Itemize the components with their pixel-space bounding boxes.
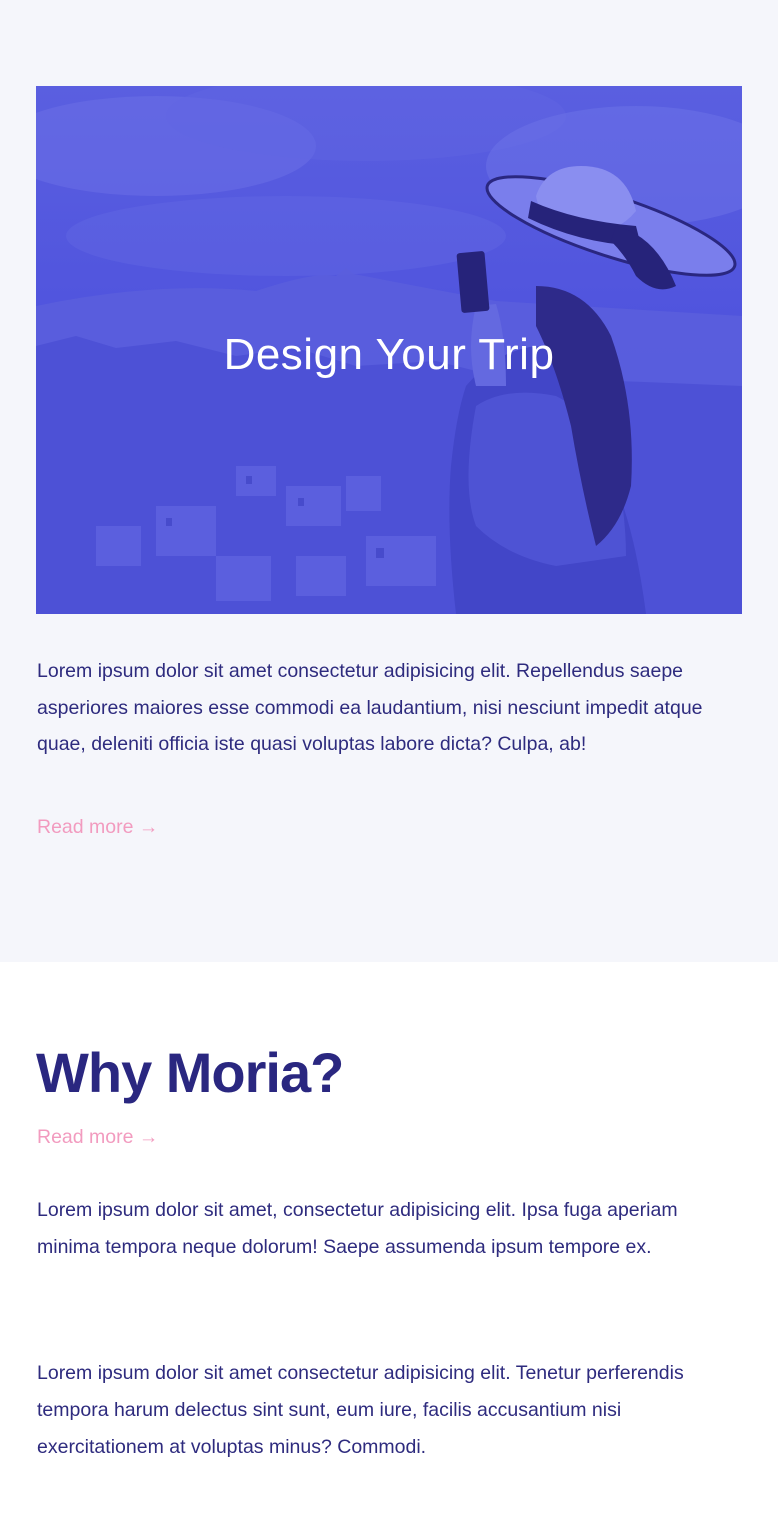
why-paragraph-1: Lorem ipsum dolor sit amet, consectetur …: [37, 1199, 678, 1258]
hero-image: Design Your Trip: [36, 86, 742, 614]
why-paragraph-2: Lorem ipsum dolor sit amet consectetur a…: [37, 1362, 684, 1458]
trip-description: Lorem ipsum dolor sit amet consectetur a…: [37, 660, 703, 755]
design-trip-section: Design Your Trip Lorem ipsum dolor sit a…: [0, 0, 778, 962]
why-read-more-link[interactable]: Read more →: [37, 1126, 158, 1149]
hero-title: Design Your Trip: [223, 330, 555, 379]
why-moria-section: Why Moria? Read more → Lorem ipsum dolor…: [0, 962, 778, 1534]
why-moria-heading: Why Moria?: [36, 1041, 344, 1104]
trip-read-more-link[interactable]: Read more →: [37, 816, 158, 839]
